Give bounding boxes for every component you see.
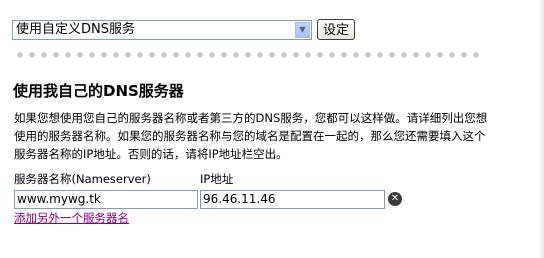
- dotted-divider: [14, 52, 484, 58]
- nameserver-input[interactable]: www.mywg.tk: [14, 190, 198, 209]
- remove-icon[interactable]: ✕: [388, 192, 402, 206]
- section-heading: 使用我自己的DNS服务器: [13, 82, 184, 100]
- set-button[interactable]: 设定: [317, 19, 356, 40]
- dns-mode-row: 使用自定义DNS服务 ▼ 设定: [12, 19, 356, 40]
- section-description: 如果您想使用您自己的服务器名称或者第三方的DNS服务，您都可以这样做。请详细列出…: [14, 111, 488, 161]
- ip-input[interactable]: 96.46.11.46: [200, 190, 385, 209]
- dns-mode-selected-value: 使用自定义DNS服务: [16, 21, 135, 37]
- chevron-down-icon[interactable]: ▼: [295, 21, 310, 38]
- add-nameserver-link[interactable]: 添加另外一个服务器名: [14, 210, 129, 226]
- nameserver-label: 服务器名称(Nameserver): [14, 172, 151, 186]
- page-edge-shadow: [538, 0, 544, 258]
- ip-label: IP地址: [200, 172, 234, 186]
- dns-mode-select[interactable]: 使用自定义DNS服务 ▼: [12, 19, 312, 40]
